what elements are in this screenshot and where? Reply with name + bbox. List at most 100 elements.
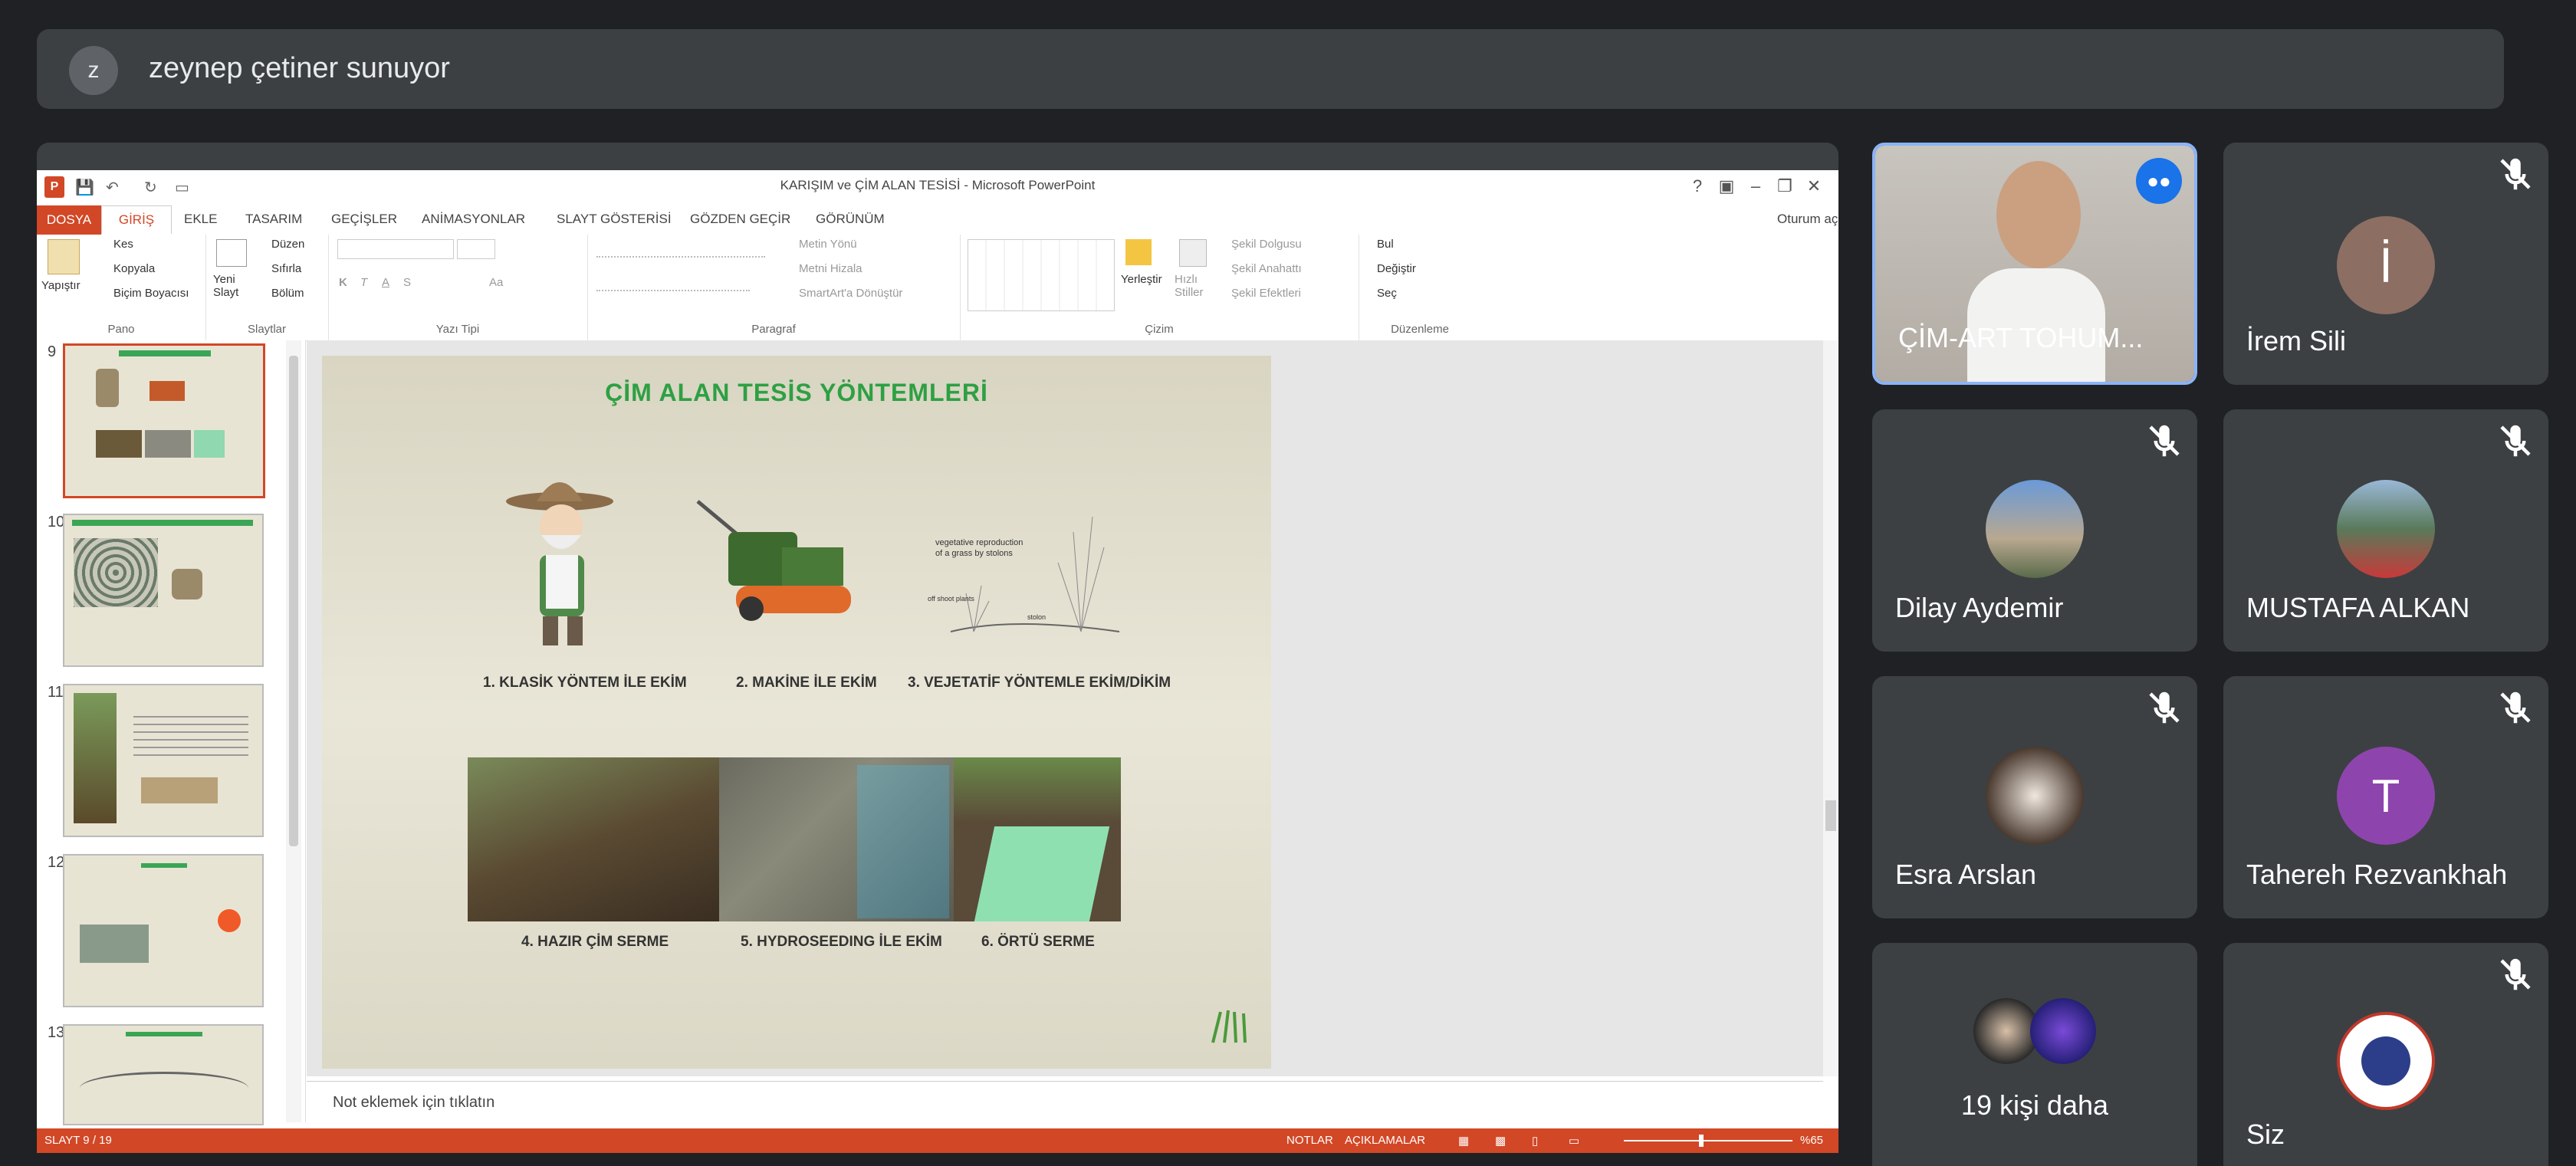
participant-name: ÇİM-ART TOHUM... <box>1898 322 2144 353</box>
participant-tile[interactable]: MUSTAFA ALKAN <box>2223 409 2548 652</box>
tab-file[interactable]: DOSYA <box>37 205 101 235</box>
group-label: Slaytlar <box>247 323 287 336</box>
self-tile[interactable]: Siz <box>2223 943 2548 1166</box>
quick-styles-icon[interactable] <box>1179 239 1207 267</box>
minimize-icon[interactable]: – <box>1742 176 1769 196</box>
zoom-slider[interactable] <box>1624 1135 1792 1147</box>
slide-scrollbar[interactable] <box>1823 340 1838 1076</box>
tab-review[interactable]: GÖZDEN GEÇİR <box>690 212 790 227</box>
help-icon[interactable]: ? <box>1684 176 1711 196</box>
method-caption: 5. HYDROSEEDING İLE EKİM <box>741 934 942 950</box>
plant-label: of a grass by stolons <box>935 549 1013 558</box>
layout-button[interactable]: Düzen <box>271 238 304 251</box>
text-direction-button[interactable]: Metin Yönü <box>799 238 857 251</box>
cut-button[interactable]: Kes <box>113 238 133 251</box>
window-title: KARIŞIM ve ÇİM ALAN TESİSİ - Microsoft P… <box>780 178 1096 192</box>
shared-screen-header <box>37 143 1838 170</box>
restore-icon[interactable]: ❐ <box>1771 176 1799 196</box>
participant-tile[interactable]: İ İrem Sili <box>2223 143 2548 385</box>
notes-button[interactable]: NOTLAR <box>1286 1134 1333 1147</box>
participant-tile-speaking[interactable]: ●● ÇİM-ART TOHUM... <box>1872 143 2197 385</box>
ribbon-display-icon[interactable]: ▣ <box>1713 176 1740 196</box>
current-slide[interactable]: ÇİM ALAN TESİS YÖNTEMLERİ vegetative rep… <box>322 356 1271 1069</box>
convert-smartart-button[interactable]: SmartArt'a Dönüştür <box>799 287 902 300</box>
reading-view-icon[interactable]: ▯ <box>1532 1134 1538 1148</box>
slide-sorter-icon[interactable]: ▩ <box>1495 1134 1506 1148</box>
slide-thumbnail-11[interactable] <box>63 684 264 837</box>
participant-name: Dilay Aydemir <box>1895 592 2064 623</box>
select-button[interactable]: Seç <box>1377 287 1397 300</box>
bullets-toolbar[interactable] <box>596 241 765 258</box>
participant-tile[interactable]: Esra Arslan <box>1872 676 2197 918</box>
slide-thumbnail-10[interactable] <box>63 514 264 667</box>
normal-view-icon[interactable]: ▦ <box>1458 1134 1469 1148</box>
participant-avatar: İ <box>2337 216 2435 314</box>
cover-laying-photo <box>954 757 1121 921</box>
new-slide-icon[interactable] <box>216 239 247 267</box>
font-size-select[interactable] <box>457 239 495 259</box>
shape-fill-button[interactable]: Şekil Dolgusu <box>1231 238 1302 251</box>
slide-thumbnail-13[interactable] <box>63 1024 264 1125</box>
notes-pane[interactable]: Not eklemek için tıklatın <box>307 1081 1823 1125</box>
thumbnail-scrollbar[interactable] <box>286 340 301 1122</box>
group-label: Düzenleme <box>1391 323 1449 336</box>
slide-thumbnail-9[interactable] <box>63 343 265 498</box>
copy-button[interactable]: Kopyala <box>113 262 155 275</box>
participant-video-face <box>1996 161 2081 268</box>
sign-in-link[interactable]: Oturum aç <box>1777 212 1838 227</box>
alignment-toolbar[interactable] <box>596 274 750 291</box>
new-slide-button[interactable]: Yeni Slayt <box>213 273 251 299</box>
paste-button[interactable]: Yapıştır <box>41 279 80 292</box>
university-logo-icon <box>2337 1012 2435 1110</box>
participant-avatar <box>1986 747 2084 845</box>
tab-view[interactable]: GÖRÜNÜM <box>816 212 885 227</box>
ribbon-tabs: DOSYA GİRİŞ EKLE TASARIM GEÇİŞLER ANİMAS… <box>37 205 1838 235</box>
slide-thumbnail-12[interactable] <box>63 854 264 1007</box>
tab-insert[interactable]: EKLE <box>184 212 217 227</box>
shape-outline-button[interactable]: Şekil Anahattı <box>1231 262 1302 275</box>
group-label: Pano <box>107 323 135 336</box>
shape-effects-button[interactable]: Şekil Efektleri <box>1231 287 1301 300</box>
close-icon[interactable]: ✕ <box>1800 176 1828 196</box>
group-label: Çizim <box>1145 323 1174 336</box>
participant-avatar <box>2337 480 2435 578</box>
section-button[interactable]: Bölüm <box>271 287 304 300</box>
slideshow-view-icon[interactable]: ▭ <box>1569 1134 1579 1148</box>
slide-title: ÇİM ALAN TESİS YÖNTEMLERİ <box>605 379 988 406</box>
sod-laying-photo <box>468 757 719 921</box>
arrange-button[interactable]: Yerleştir <box>1121 273 1162 286</box>
vegetative-plant-diagram <box>950 516 1120 632</box>
paste-icon[interactable] <box>48 239 80 274</box>
participant-tile[interactable]: Dilay Aydemir <box>1872 409 2197 652</box>
group-font: K T A S Aa Yazı Tipi <box>328 235 588 340</box>
underline-button[interactable]: A <box>382 276 389 289</box>
tab-slideshow[interactable]: SLAYT GÖSTERİSİ <box>557 212 672 227</box>
participant-tile[interactable]: T Tahereh Rezvankhah <box>2223 676 2548 918</box>
find-button[interactable]: Bul <box>1377 238 1394 251</box>
group-label: Paragraf <box>751 323 796 336</box>
bold-button[interactable]: K <box>339 276 347 289</box>
presenter-avatar: z <box>69 46 118 95</box>
more-participants-tile[interactable]: 19 kişi daha <box>1872 943 2197 1166</box>
tab-home[interactable]: GİRİŞ <box>101 205 172 234</box>
participant-name: Siz <box>2246 1118 2285 1150</box>
quick-styles-button[interactable]: Hızlı Stiller <box>1175 273 1213 299</box>
tab-animations[interactable]: ANİMASYONLAR <box>422 212 525 227</box>
tab-design[interactable]: TASARIM <box>245 212 302 227</box>
shadow-button[interactable]: S <box>403 276 411 289</box>
tab-transitions[interactable]: GEÇİŞLER <box>331 212 397 227</box>
mic-off-icon <box>2500 158 2531 190</box>
align-text-button[interactable]: Metni Hizala <box>799 262 863 275</box>
zoom-level[interactable]: %65 <box>1800 1134 1823 1147</box>
arrange-icon[interactable] <box>1125 239 1152 265</box>
font-name-select[interactable] <box>337 239 454 259</box>
format-painter-button[interactable]: Biçim Boyacısı <box>113 287 189 300</box>
group-paragraph: Metin Yönü Metni Hizala SmartArt'a Dönüş… <box>587 235 961 340</box>
comments-button[interactable]: AÇIKLAMALAR <box>1345 1134 1425 1147</box>
shapes-gallery[interactable] <box>968 239 1115 311</box>
replace-button[interactable]: Değiştir <box>1377 262 1416 275</box>
italic-button[interactable]: T <box>360 276 367 289</box>
change-case-button[interactable]: Aa <box>489 276 503 289</box>
presenter-banner: z zeynep çetiner sunuyor <box>37 29 2504 109</box>
reset-button[interactable]: Sıfırla <box>271 262 301 275</box>
